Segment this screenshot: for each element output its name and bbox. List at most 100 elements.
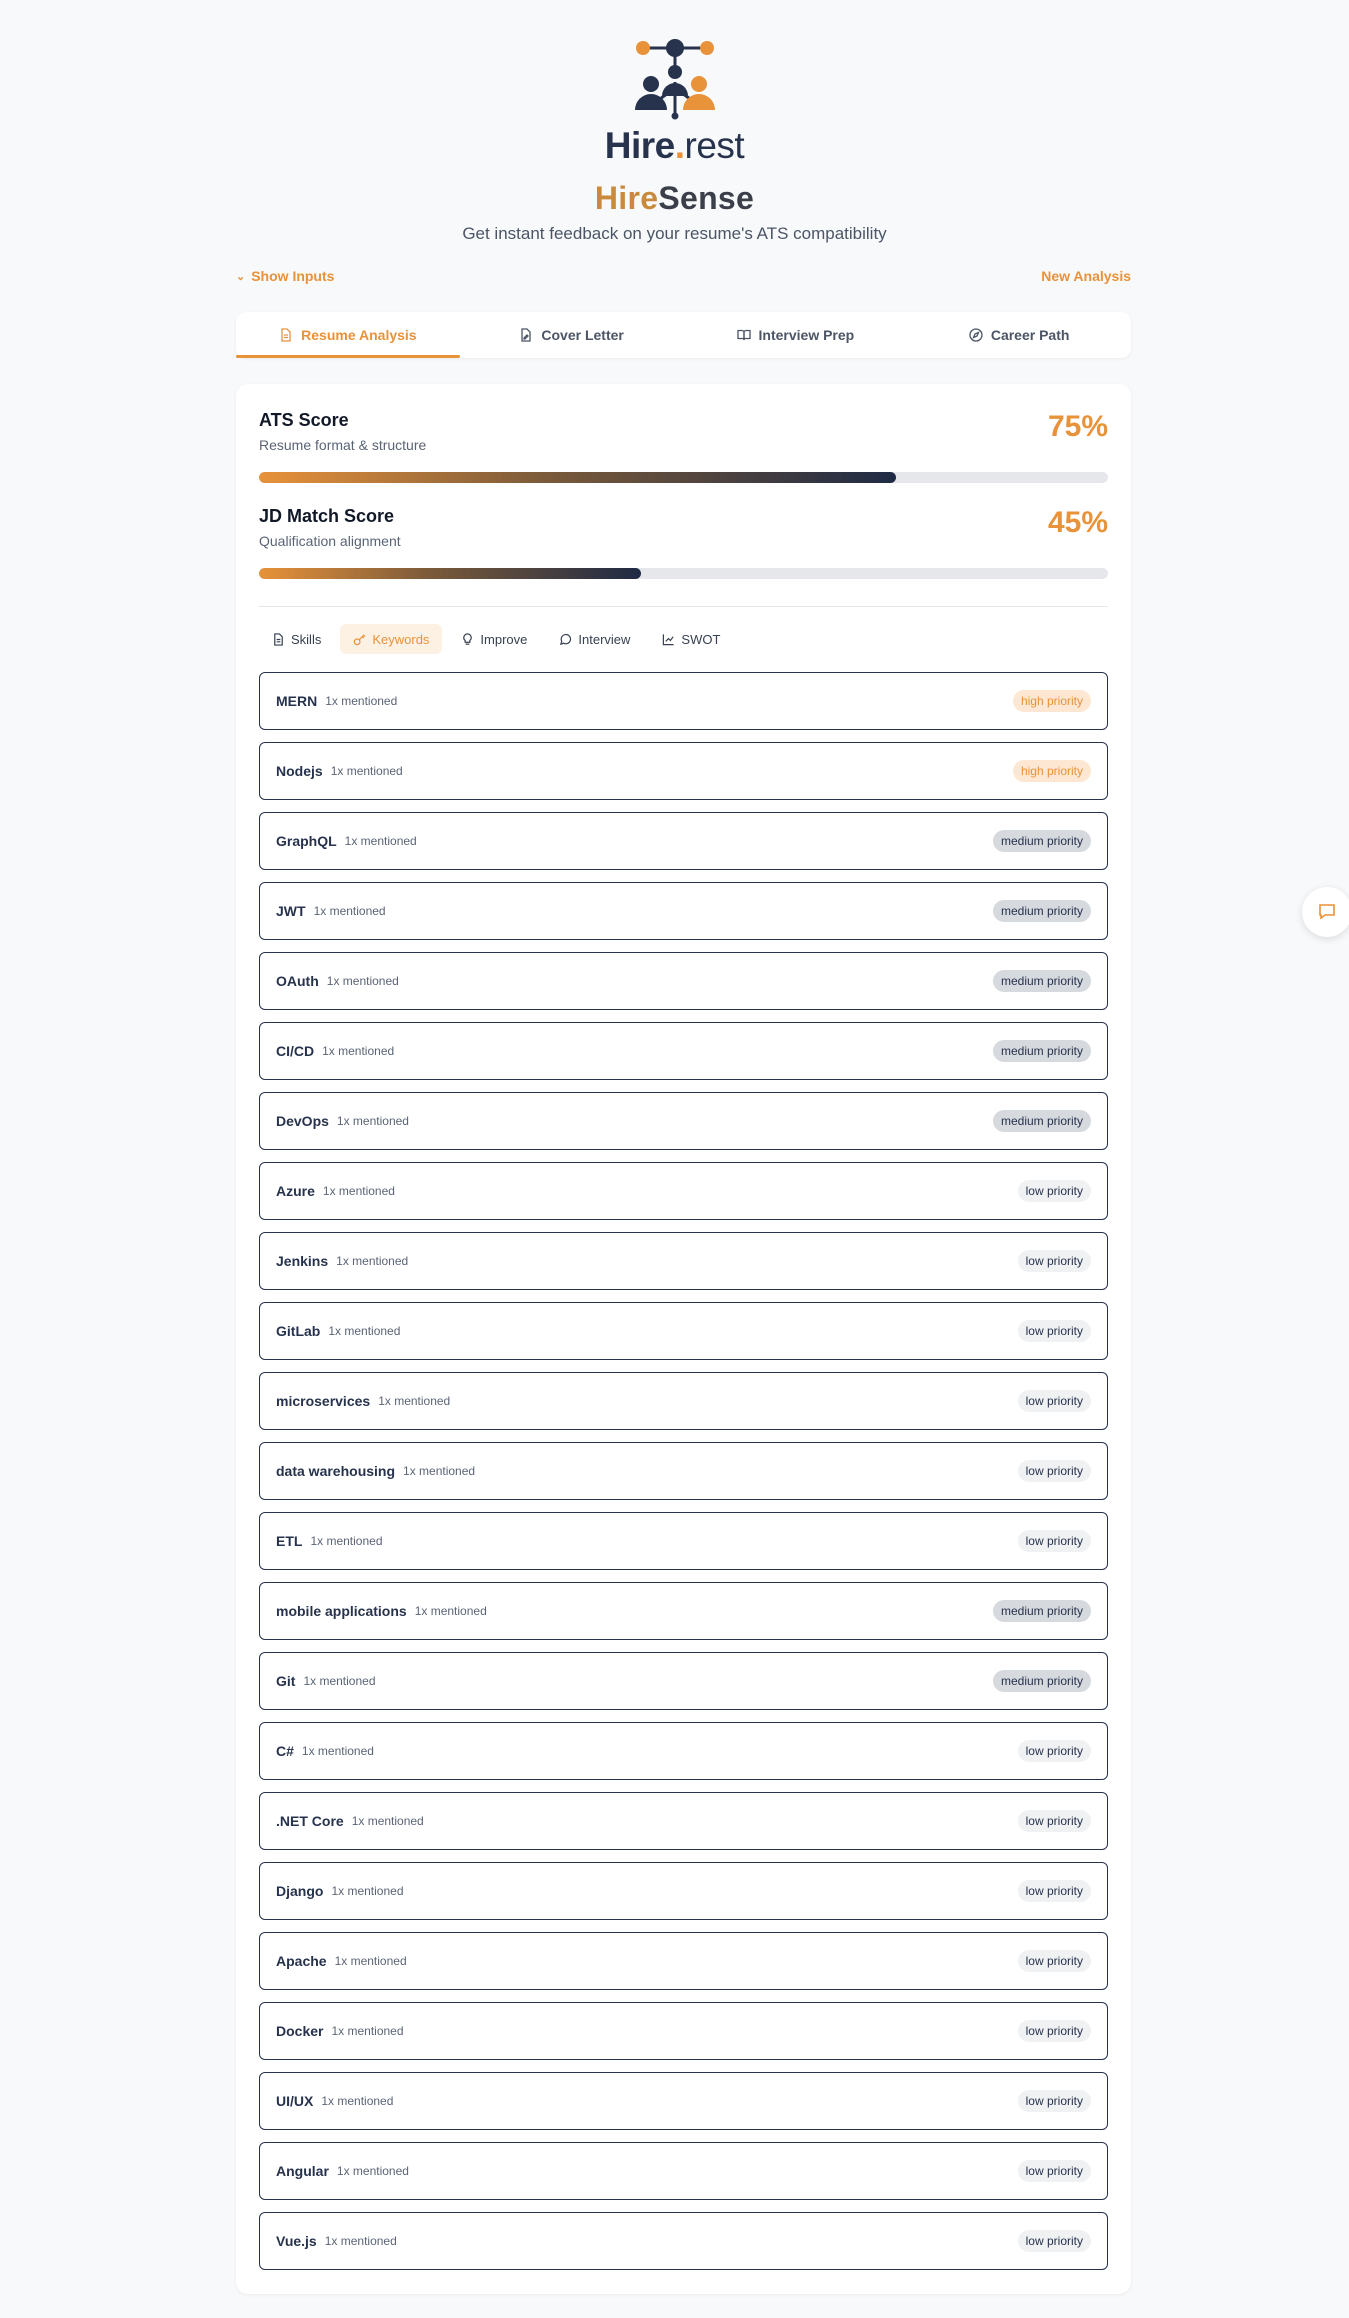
keyword-count: 1x mentioned	[336, 2164, 409, 2178]
keyword-name: Nodejs	[276, 763, 323, 779]
keyword-row: OAuth 1x mentioned medium priority	[259, 952, 1108, 1010]
keyword-row: Git 1x mentioned medium priority	[259, 1652, 1108, 1710]
file-icon	[274, 632, 283, 646]
keyword-row: .NET Core 1x mentioned low priority	[259, 1792, 1108, 1850]
priority-badge: low priority	[1017, 2230, 1091, 2252]
subtab-improve[interactable]: Improve	[448, 624, 540, 654]
analysis-card: ATS Score Resume format & structure 75% …	[236, 384, 1131, 2294]
keyword-count: 1x mentioned	[321, 2094, 394, 2108]
keyword-row: mobile applications 1x mentioned medium pr…	[259, 1582, 1108, 1640]
jd-match-title: JD Match Score	[259, 506, 395, 526]
key-icon	[354, 633, 366, 645]
priority-badge: low priority	[1017, 1250, 1091, 1272]
ats-score-section: ATS Score Resume format & structure 75%	[259, 410, 1108, 483]
lightbulb-icon	[463, 632, 473, 645]
priority-badge: low priority	[1017, 1810, 1091, 1832]
subtab-interview[interactable]: Interview	[546, 624, 643, 654]
keyword-name: Angular	[276, 2163, 329, 2179]
jd-match-value: 45%	[1047, 506, 1108, 539]
tab-cover-letter[interactable]: Cover Letter	[460, 312, 684, 358]
keyword-count: 1x mentioned	[310, 1534, 383, 1548]
priority-badge: medium priority	[992, 970, 1091, 992]
divider	[259, 606, 1108, 607]
keyword-name: Docker	[276, 2023, 324, 2039]
keyword-count: 1x mentioned	[351, 1814, 424, 1828]
priority-badge: low priority	[1017, 1390, 1091, 1412]
keyword-count: 1x mentioned	[324, 2234, 397, 2248]
new-analysis-button[interactable]: New Analysis	[1041, 268, 1131, 284]
keyword-name: Vue.js	[276, 2233, 317, 2249]
priority-badge: high priority	[1012, 760, 1091, 782]
keyword-name: GraphQL	[276, 833, 337, 849]
priority-badge: low priority	[1017, 1460, 1091, 1482]
chat-button[interactable]	[1302, 887, 1349, 937]
show-inputs-button[interactable]: ⌄ Show Inputs	[236, 268, 334, 284]
keyword-row: Django 1x mentioned low priority	[259, 1862, 1108, 1920]
keyword-count: 1x mentioned	[303, 1674, 376, 1688]
keyword-name: .NET Core	[276, 1813, 344, 1829]
priority-badge: low priority	[1017, 1880, 1091, 1902]
page-subtitle: Get instant feedback on your resume's AT…	[462, 224, 887, 243]
app-title: HireSense	[594, 180, 755, 216]
keyword-row: Nodejs 1x mentioned high priority	[259, 742, 1108, 800]
keyword-name: UI/UX	[276, 2093, 314, 2109]
keyword-count: 1x mentioned	[414, 1604, 487, 1618]
compass-icon	[969, 328, 983, 342]
jd-match-section: JD Match Score Qualification alignment 4…	[259, 506, 1108, 579]
keyword-name: C#	[276, 1743, 294, 1759]
keyword-count: 1x mentioned	[331, 2024, 404, 2038]
keyword-count: 1x mentioned	[336, 1114, 409, 1128]
keyword-row: Docker 1x mentioned low priority	[259, 2002, 1108, 2060]
keyword-name: Django	[276, 1883, 324, 1899]
sub-tabs: Skills Keywords Improve Interview SWOT	[259, 624, 733, 654]
priority-badge: low priority	[1017, 2020, 1091, 2042]
keyword-name: GitLab	[276, 1323, 321, 1339]
keyword-name: Azure	[276, 1183, 315, 1199]
line-chart-icon	[663, 633, 675, 645]
keyword-count: 1x mentioned	[328, 1324, 401, 1338]
keyword-name: MERN	[276, 693, 318, 709]
tab-resume-analysis[interactable]: Resume Analysis	[236, 312, 460, 358]
keyword-row: CI/CD 1x mentioned medium priority	[259, 1022, 1108, 1080]
keyword-row: JWT 1x mentioned medium priority	[259, 882, 1108, 940]
keyword-row: Jenkins 1x mentioned low priority	[259, 1232, 1108, 1290]
keyword-name: Jenkins	[276, 1253, 329, 1269]
keyword-row: Apache 1x mentioned low priority	[259, 1932, 1108, 1990]
subtab-keywords[interactable]: Keywords	[340, 624, 443, 654]
keyword-row: C# 1x mentioned low priority	[259, 1722, 1108, 1780]
hire-rest-logo-icon	[634, 39, 715, 120]
keyword-count: 1x mentioned	[325, 694, 398, 708]
keyword-row: UI/UX 1x mentioned low priority	[259, 2072, 1108, 2130]
keyword-row: microservices 1x mentioned low priority	[259, 1372, 1108, 1430]
logo-wordmark: Hire.rest	[604, 125, 745, 166]
tab-career-path[interactable]: Career Path	[907, 312, 1131, 358]
file-text-icon	[281, 328, 291, 342]
keyword-row: GraphQL 1x mentioned medium priority	[259, 812, 1108, 870]
tab-interview-prep[interactable]: Interview Prep	[684, 312, 908, 358]
ats-score-value: 75%	[1047, 410, 1108, 443]
keyword-row: ETL 1x mentioned low priority	[259, 1512, 1108, 1570]
keyword-count: 1x mentioned	[330, 764, 403, 778]
keyword-name: mobile applications	[276, 1603, 407, 1619]
keyword-name: JWT	[276, 903, 306, 919]
priority-badge: medium priority	[992, 1040, 1091, 1062]
priority-badge: low priority	[1017, 1320, 1091, 1342]
keyword-count: 1x mentioned	[334, 1954, 407, 1968]
priority-badge: medium priority	[992, 1600, 1091, 1622]
header: Hire.rest HireSense Get instant feedback…	[0, 38, 1349, 244]
keyword-count: 1x mentioned	[378, 1394, 451, 1408]
keyword-count: 1x mentioned	[403, 1464, 476, 1478]
subtab-swot[interactable]: SWOT	[649, 624, 733, 654]
chevron-down-icon: ⌄	[236, 271, 246, 283]
ats-score-subtitle: Resume format & structure	[259, 437, 427, 453]
keyword-count: 1x mentioned	[301, 1744, 374, 1758]
ats-score-bar	[259, 472, 1108, 483]
jd-match-subtitle: Qualification alignment	[259, 533, 401, 549]
ats-score-bar-fill	[259, 472, 896, 483]
keyword-list: MERN 1x mentioned high priority Nodejs 1x me…	[259, 672, 1108, 2282]
priority-badge: low priority	[1017, 2160, 1091, 2182]
subtab-skills[interactable]: Skills	[259, 624, 334, 654]
main-tabs: Resume Analysis Cover Letter Interview P…	[236, 312, 1131, 358]
keyword-row: Angular 1x mentioned low priority	[259, 2142, 1108, 2200]
keyword-count: 1x mentioned	[322, 1044, 395, 1058]
